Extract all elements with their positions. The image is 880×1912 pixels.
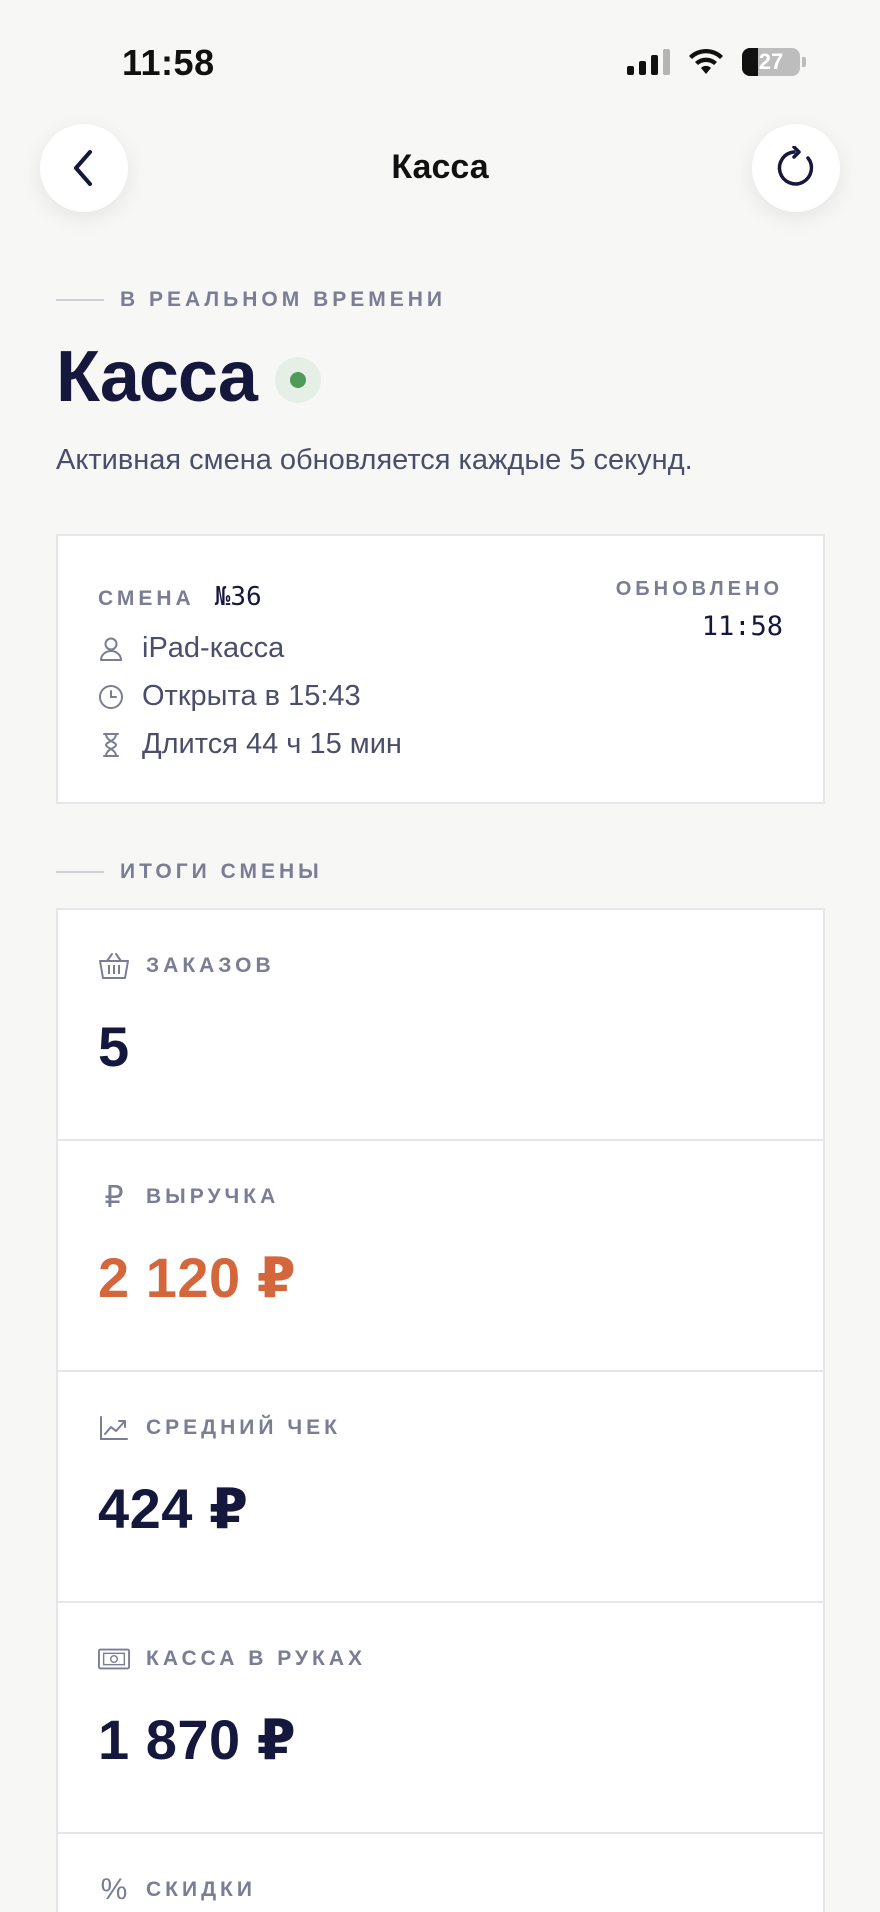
shift-opened: Открыта в 15:43 xyxy=(142,680,361,712)
eyebrow-line xyxy=(56,299,104,301)
shift-duration: Длится 44 ч 15 мин xyxy=(142,728,402,760)
stat-revenue-value: 2 120 ₽ xyxy=(98,1246,297,1309)
shift-device: iPad-касса xyxy=(142,632,285,664)
live-status-indicator xyxy=(274,357,321,403)
stat-discounts: % СКИДКИ xyxy=(58,1834,823,1912)
realtime-eyebrow-label: В РЕАЛЬНОМ ВРЕМЕНИ xyxy=(120,288,447,311)
shift-device-row: iPad-касса xyxy=(98,632,284,665)
page-subtitle: Активная смена обновляется каждые 5 секу… xyxy=(56,444,693,476)
stat-orders: ЗАКАЗОВ 5 xyxy=(58,910,823,1141)
banknote-icon xyxy=(98,1643,130,1675)
stat-cash-in-hand: КАССА В РУКАХ 1 870 ₽ xyxy=(58,1603,823,1834)
stat-orders-value: 5 xyxy=(98,1015,130,1078)
totals-eyebrow: ИТОГИ СМЕНЫ xyxy=(56,860,323,884)
page-title-text: Касса xyxy=(56,337,258,417)
refresh-button[interactable] xyxy=(752,124,840,212)
realtime-eyebrow: В РЕАЛЬНОМ ВРЕМЕНИ xyxy=(56,288,446,312)
stat-revenue-label: ВЫРУЧКА xyxy=(146,1185,280,1208)
stat-revenue: ₽ ВЫРУЧКА 2 120 ₽ xyxy=(58,1141,823,1372)
stat-orders-label: ЗАКАЗОВ xyxy=(146,954,275,977)
shift-duration-row: Длится 44 ч 15 мин xyxy=(98,728,402,761)
status-time: 11:58 xyxy=(122,42,215,83)
hourglass-icon xyxy=(98,732,124,758)
eyebrow-line xyxy=(56,871,104,873)
ruble-icon: ₽ xyxy=(104,1180,124,1214)
battery-level: 27 xyxy=(758,49,784,74)
shift-totals-list: ЗАКАЗОВ 5 ₽ ВЫРУЧКА 2 120 ₽ СРЕДНИЙ ЧЕК … xyxy=(56,908,825,1912)
stat-cash-in-hand-value: 1 870 ₽ xyxy=(98,1708,297,1771)
stat-average-check-value: 424 ₽ xyxy=(98,1477,249,1540)
status-bar: 11:58 27 xyxy=(0,0,880,110)
trend-icon xyxy=(98,1412,130,1444)
shift-label: СМЕНА xyxy=(98,587,195,610)
shift-opened-row: Открыта в 15:43 xyxy=(98,680,361,713)
status-icons: 27 xyxy=(627,48,806,76)
shift-card: СМЕНА №36 ОБНОВЛЕНО 11:58 iPad-касса Отк… xyxy=(56,534,825,804)
stat-cash-in-hand-label: КАССА В РУКАХ xyxy=(146,1647,367,1670)
stat-discounts-label: СКИДКИ xyxy=(146,1878,256,1901)
totals-eyebrow-label: ИТОГИ СМЕНЫ xyxy=(120,860,323,883)
basket-icon xyxy=(98,950,130,982)
cellular-signal-icon xyxy=(627,49,670,75)
battery-icon: 27 xyxy=(742,48,806,76)
percent-icon: % xyxy=(100,1873,128,1906)
shift-number: №36 xyxy=(214,582,262,612)
clock-icon xyxy=(98,684,124,710)
updated-time: 11:58 xyxy=(701,611,783,642)
updated-block: ОБНОВЛЕНО 11:58 xyxy=(616,578,783,642)
stat-discounts-header: % СКИДКИ xyxy=(98,1873,256,1906)
updated-label: ОБНОВЛЕНО xyxy=(615,578,783,600)
refresh-icon xyxy=(777,146,814,186)
shift-header: СМЕНА №36 xyxy=(98,582,262,612)
stat-average-check: СРЕДНИЙ ЧЕК 424 ₽ xyxy=(58,1372,823,1603)
user-icon xyxy=(98,636,124,662)
nav-title: Касса xyxy=(391,148,489,186)
stat-average-check-header: СРЕДНИЙ ЧЕК xyxy=(98,1412,341,1444)
wifi-icon xyxy=(689,48,723,74)
page-title: Касса xyxy=(56,336,321,418)
stat-revenue-header: ₽ ВЫРУЧКА xyxy=(98,1180,280,1214)
stat-average-check-label: СРЕДНИЙ ЧЕК xyxy=(146,1416,341,1439)
stat-orders-header: ЗАКАЗОВ xyxy=(98,950,275,982)
stat-cash-in-hand-header: КАССА В РУКАХ xyxy=(98,1643,366,1675)
